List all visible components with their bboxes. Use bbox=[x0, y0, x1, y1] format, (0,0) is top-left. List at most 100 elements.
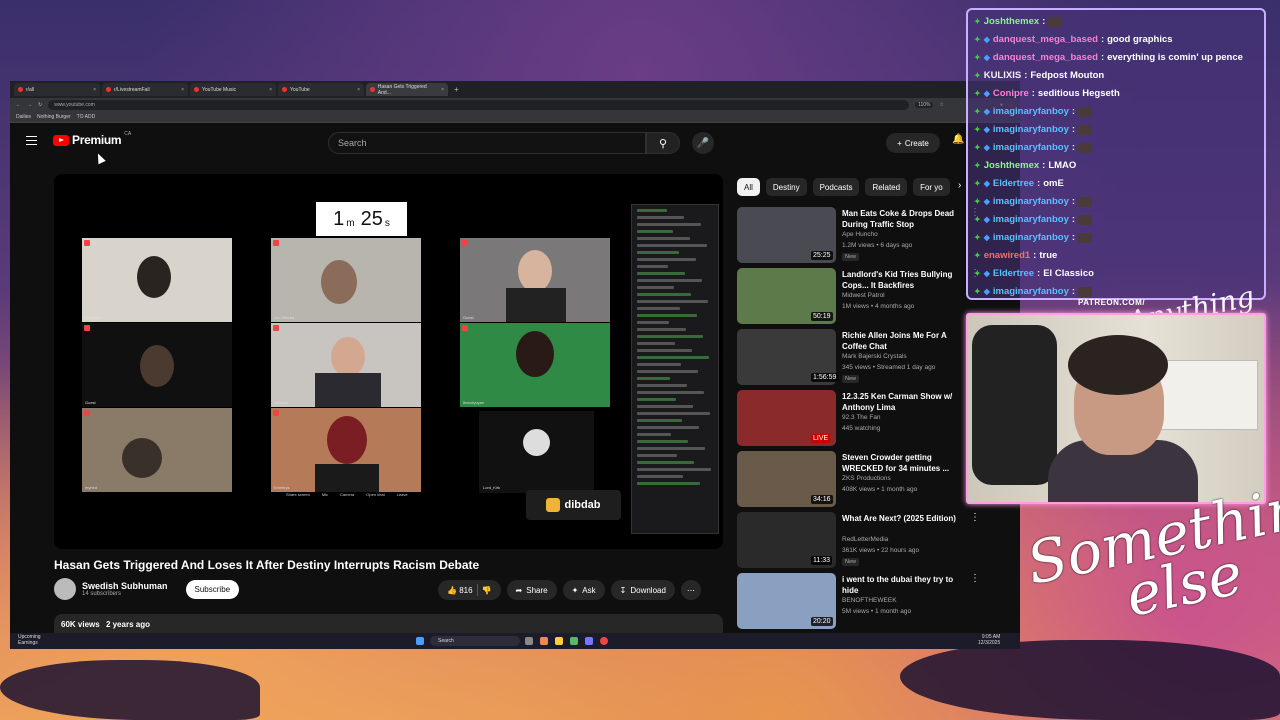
bookmark-item[interactable]: TO ADD bbox=[77, 114, 96, 120]
ask-button[interactable]: ✦ Ask bbox=[562, 580, 605, 600]
filter-chip[interactable]: Destiny bbox=[765, 178, 807, 196]
channel-name[interactable]: Mark Bajerski Crystals bbox=[842, 353, 907, 360]
video-thumbnail[interactable]: 11:33 bbox=[737, 512, 836, 568]
chat-line bbox=[637, 216, 684, 219]
filter-chip[interactable]: For yo bbox=[913, 178, 950, 196]
countdown-timer: 1m 25 s bbox=[316, 202, 407, 236]
channel-name[interactable]: ZKS Productions bbox=[842, 475, 891, 482]
start-icon[interactable] bbox=[416, 637, 424, 645]
taskbar-search[interactable]: Search bbox=[430, 636, 520, 646]
chat-username: danquest_mega_based bbox=[992, 34, 1098, 45]
video-thumbnail[interactable]: 25:25 bbox=[737, 207, 836, 263]
channel-name[interactable]: BENOFTHEWEEK bbox=[842, 597, 897, 604]
channel-avatar[interactable] bbox=[54, 578, 76, 600]
star-icon[interactable]: ☆ bbox=[939, 102, 943, 108]
close-tab-icon[interactable]: × bbox=[441, 87, 444, 93]
video-title[interactable]: What Are Next? (2025 Edition) bbox=[842, 513, 957, 524]
call-control[interactable]: Share screen bbox=[286, 492, 310, 497]
call-control[interactable]: Mic bbox=[322, 492, 328, 497]
download-button[interactable]: ↧ Download bbox=[610, 580, 675, 600]
channel-name[interactable]: Ape Huncho bbox=[842, 231, 878, 238]
chat-message: ✦ ◆ Eldertree: El Classico bbox=[974, 265, 1258, 283]
browser-tab[interactable]: Hasan Gets Triggered And... × bbox=[366, 83, 448, 96]
back-icon[interactable]: ← bbox=[16, 102, 21, 108]
subscribe-button[interactable]: Subscribe bbox=[185, 579, 240, 599]
zoom-indicator[interactable]: 110% bbox=[915, 102, 934, 108]
video-thumbnail[interactable]: LIVE bbox=[737, 390, 836, 446]
search-input[interactable]: Search bbox=[328, 132, 646, 154]
new-tab-icon[interactable]: + bbox=[454, 85, 459, 94]
video-title[interactable]: Man Eats Coke & Drops Dead During Traffi… bbox=[842, 208, 957, 230]
close-tab-icon[interactable]: × bbox=[357, 87, 360, 93]
youtube-logo[interactable]: Premium CA bbox=[53, 131, 131, 147]
video-title[interactable]: 12.3.25 Ken Carman Show w/ Anthony Lima bbox=[842, 391, 957, 413]
chat-message: ✦ enawired1: true bbox=[974, 247, 1258, 265]
taskbar-app-icon[interactable] bbox=[540, 637, 548, 645]
video-thumbnail[interactable]: 50:19 bbox=[737, 268, 836, 324]
more-icon[interactable]: ⋮ bbox=[970, 512, 980, 523]
video-title[interactable]: i went to the dubai they try to hide bbox=[842, 574, 957, 596]
dislike-button[interactable]: 👎 bbox=[482, 586, 492, 595]
taskbar-app-icon[interactable] bbox=[585, 637, 593, 645]
filter-chip[interactable]: Podcasts bbox=[812, 178, 860, 196]
sparkle-icon: ✦ bbox=[571, 585, 579, 595]
notifications-icon[interactable]: 🔔 bbox=[952, 134, 964, 145]
video-player[interactable]: 1m 25 s HasanAbi Jon Zherka Guest Guest x… bbox=[54, 174, 723, 549]
video-title[interactable]: Landlord's Kid Tries Bullying Cops... It… bbox=[842, 269, 957, 291]
chat-username: Eldertree bbox=[992, 268, 1035, 279]
voice-search-button[interactable]: 🎤 bbox=[692, 132, 714, 154]
filter-chip[interactable]: All bbox=[737, 178, 760, 196]
video-thumbnail[interactable]: 20:20 bbox=[737, 573, 836, 629]
call-control[interactable]: Camera bbox=[340, 492, 354, 497]
bookmark-item[interactable]: Dailies bbox=[16, 114, 31, 120]
close-tab-icon[interactable]: × bbox=[181, 87, 184, 93]
bookmark-item[interactable]: Nothing Burger bbox=[37, 114, 71, 120]
more-actions-button[interactable]: ⋯ bbox=[680, 580, 701, 600]
stream-chat-overlay: ✦ Joshthemex: ✦ ◆ danquest_mega_based: good g… bbox=[966, 8, 1266, 300]
close-tab-icon[interactable]: × bbox=[93, 87, 96, 93]
taskbar-app-icon[interactable] bbox=[570, 637, 578, 645]
channel-name[interactable]: RedLetterMedia bbox=[842, 536, 888, 543]
video-thumbnail[interactable]: 1:56:59 bbox=[737, 329, 839, 385]
share-button[interactable]: ➦ Share bbox=[506, 580, 557, 600]
more-icon[interactable]: ⋮ bbox=[970, 573, 980, 584]
system-clock[interactable]: 9:05 AM 12/3/2025 bbox=[978, 634, 1000, 646]
weather-widget[interactable]: Upcoming Earnings bbox=[18, 634, 41, 646]
filter-chip[interactable]: Related bbox=[865, 178, 908, 196]
close-tab-icon[interactable]: × bbox=[269, 87, 272, 93]
browser-tab[interactable]: YouTube Music × bbox=[190, 83, 276, 96]
address-bar: ← → ↻ www.youtube.com 110% ☆ ● ⋮ bbox=[10, 98, 1020, 112]
video-meta: 408K views • 1 month ago bbox=[842, 486, 918, 493]
chips-next-icon[interactable]: › bbox=[958, 180, 961, 191]
browser-window: r/all × r/LivestreamFail × YouTube Music × You… bbox=[10, 81, 1020, 649]
channel-name[interactable]: Midwest Patrol bbox=[842, 292, 885, 299]
chat-line bbox=[637, 230, 673, 233]
video-title[interactable]: Richie Allen Joins Me For A Coffee Chat bbox=[842, 330, 957, 352]
reload-icon[interactable]: ↻ bbox=[38, 102, 42, 108]
chat-line bbox=[637, 328, 686, 331]
search-button[interactable]: ⚲ bbox=[646, 132, 680, 154]
create-button[interactable]: + Create bbox=[886, 133, 940, 153]
channel-name[interactable]: 92.3 The Fan bbox=[842, 414, 881, 421]
chat-line bbox=[637, 468, 711, 471]
video-title[interactable]: Steven Crowder getting WRECKED for 34 mi… bbox=[842, 452, 957, 474]
call-control[interactable]: Leave bbox=[397, 492, 408, 497]
browser-tab[interactable]: r/LivestreamFail × bbox=[102, 83, 188, 96]
forward-icon[interactable]: → bbox=[27, 102, 32, 108]
call-control[interactable]: Open chat bbox=[366, 492, 384, 497]
browser-tab[interactable]: YouTube × bbox=[278, 83, 364, 96]
channel-name[interactable]: Swedish Subhuman bbox=[82, 581, 168, 591]
taskbar-app-icon[interactable] bbox=[525, 637, 533, 645]
taskbar-app-icon[interactable] bbox=[555, 637, 563, 645]
recommended-video[interactable]: 20:20 i went to the dubai they try to hid… bbox=[737, 573, 1012, 631]
recommended-video[interactable]: 11:33 What Are Next? (2025 Edition) RedLet… bbox=[737, 512, 1012, 570]
url-field[interactable]: www.youtube.com bbox=[48, 100, 910, 110]
dibdab-logo-icon bbox=[546, 498, 561, 512]
video-tile: Jon Zherka bbox=[271, 238, 421, 322]
menu-icon[interactable] bbox=[26, 136, 37, 145]
video-thumbnail[interactable]: 34:16 bbox=[737, 451, 836, 507]
chat-line bbox=[637, 356, 709, 359]
browser-tab[interactable]: r/all × bbox=[14, 83, 100, 96]
like-button[interactable]: 👍 816 bbox=[447, 586, 473, 595]
taskbar-app-icon[interactable] bbox=[600, 637, 608, 645]
